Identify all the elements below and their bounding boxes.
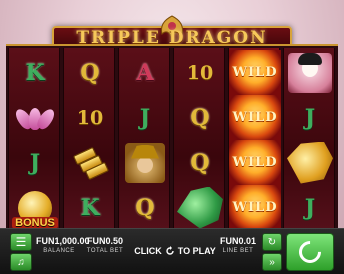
reel-symbol: Q <box>174 95 226 140</box>
balance-label: BALANCE <box>43 248 75 254</box>
reel-symbol: 10 <box>174 50 226 95</box>
control-bar: ☰ ♫ FUN1,000.00 BALANCE FUN0.50 TOTAL BE… <box>0 228 344 274</box>
reel-symbol: J <box>284 95 336 140</box>
reel-symbol: Q <box>64 50 116 95</box>
symbol-a: A <box>136 59 154 86</box>
reel-symbol: K <box>9 50 61 95</box>
reel-symbol: A <box>119 50 171 95</box>
to-play-label: TO PLAY <box>177 246 216 256</box>
balance-display: FUN1,000.00 BALANCE <box>36 233 90 271</box>
bonus-label: BONUS <box>12 216 58 229</box>
autoplay-button[interactable]: ↻ <box>262 233 282 251</box>
sound-icon: ♫ <box>17 256 25 268</box>
reel-symbol: WILD <box>229 50 281 95</box>
reel-symbol: J <box>284 185 336 230</box>
turbo-button[interactable]: » <box>262 253 282 271</box>
symbol-j: J <box>304 104 316 131</box>
lotus-icon <box>12 104 58 132</box>
reel-symbol <box>9 95 61 140</box>
sound-button[interactable]: ♫ <box>10 253 32 271</box>
wild-symbol: WILD <box>232 155 278 170</box>
reel-1: K J BONUS <box>8 48 60 230</box>
symbol-q: Q <box>80 59 100 86</box>
symbol-j: J <box>304 194 316 221</box>
symbol-j: J <box>29 149 41 176</box>
bonus-coin-icon: BONUS <box>12 190 58 229</box>
line-bet-label: LINE BET <box>222 248 254 254</box>
symbol-q: Q <box>135 194 155 221</box>
reel-symbol: WILD <box>229 95 281 140</box>
gold-tiles-icon <box>72 146 110 180</box>
spin-icon <box>294 236 326 268</box>
fast-forward-icon: » <box>269 256 275 268</box>
reel-symbol <box>119 140 171 185</box>
reel-symbol <box>64 140 116 185</box>
reel-area: K J BONUS Q 10 K A J Q 10 Q Q WILD WILD WILD WILD J J <box>6 44 338 230</box>
symbol-10: 10 <box>186 61 214 84</box>
reel-symbol <box>284 140 336 185</box>
balance-value: FUN1,000.00 <box>36 236 90 246</box>
reel-3: AJ Q <box>118 48 170 230</box>
reel-symbol: K <box>64 185 116 230</box>
reel-symbol: Q <box>174 140 226 185</box>
slot-game: TRIPLE DRAGON K J BONUS Q 10 K A J Q 10 Q Q WILD WILD… <box>0 0 344 274</box>
symbol-k: K <box>80 194 100 221</box>
menu-icon: ☰ <box>15 235 27 249</box>
reel-symbol: BONUS <box>9 185 61 230</box>
click-to-play-prompt[interactable]: CLICK TO PLAY <box>130 233 220 269</box>
reel-4: 10 Q Q <box>173 48 225 230</box>
geisha-icon <box>288 52 332 93</box>
menu-button[interactable]: ☰ <box>10 233 32 251</box>
wild-symbol: WILD <box>232 110 278 125</box>
symbol-10: 10 <box>76 106 104 129</box>
symbol-k: K <box>25 59 45 86</box>
refresh-icon <box>166 246 174 255</box>
reel-symbol: WILD <box>229 140 281 185</box>
symbol-j: J <box>139 104 151 131</box>
line-bet-display[interactable]: FUN0.01 LINE BET <box>218 233 258 271</box>
click-label: CLICK <box>134 246 162 256</box>
reel-6: JJ <box>283 48 335 230</box>
line-bet-value: FUN0.01 <box>219 236 256 246</box>
reel-symbol: 10 <box>64 95 116 140</box>
green-dragon-icon <box>177 186 223 229</box>
total-bet-label: TOTAL BET <box>86 248 124 254</box>
reel-5: WILD WILD WILD WILD <box>228 48 281 230</box>
reel-symbol: Q <box>119 185 171 230</box>
reel-symbol <box>284 50 336 95</box>
autoplay-icon: ↻ <box>267 236 277 248</box>
reel-symbol: J <box>9 140 61 185</box>
symbol-q: Q <box>190 104 210 131</box>
total-bet-display[interactable]: FUN0.50 TOTAL BET <box>84 233 126 271</box>
wild-symbol: WILD <box>232 65 278 80</box>
reel-2: Q 10 K <box>63 48 115 230</box>
gold-dragon-icon <box>287 141 333 184</box>
wild-symbol: WILD <box>232 200 278 215</box>
symbol-q: Q <box>190 149 210 176</box>
spin-button[interactable] <box>286 233 334 271</box>
reel-symbol: J <box>119 95 171 140</box>
total-bet-value: FUN0.50 <box>86 236 123 246</box>
samurai-icon <box>125 142 165 183</box>
reel-symbol: WILD <box>229 185 281 230</box>
reel-symbol <box>174 185 226 230</box>
